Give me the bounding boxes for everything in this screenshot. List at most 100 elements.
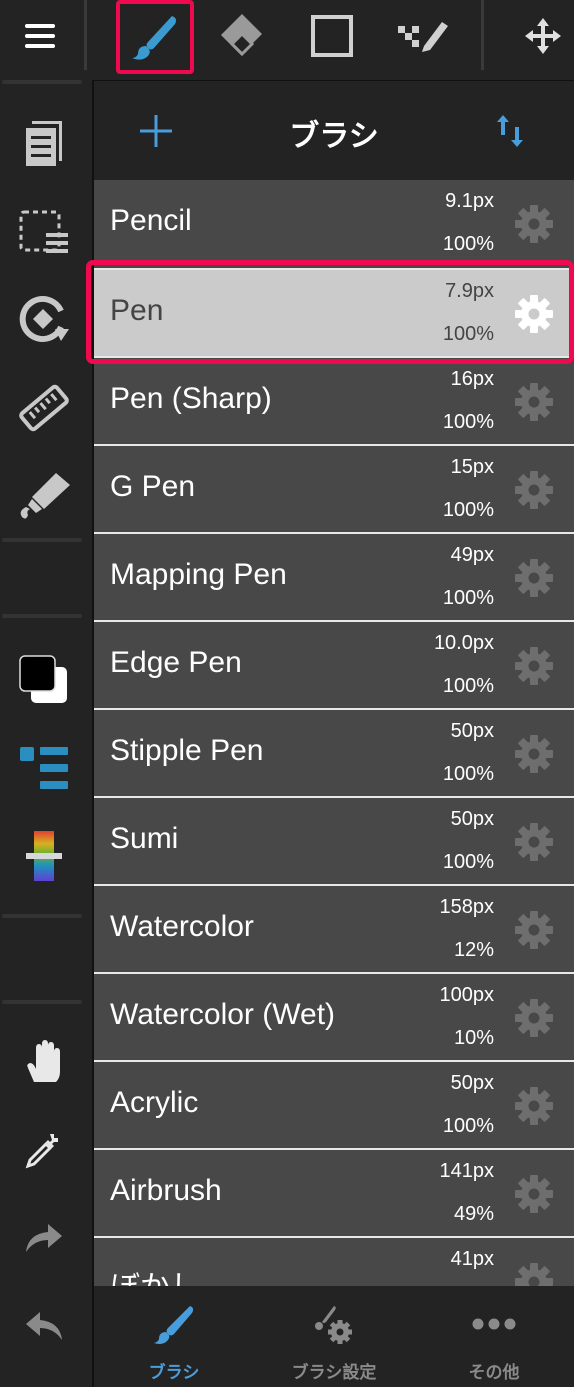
more-dots-icon <box>472 1318 516 1330</box>
gear-icon[interactable] <box>514 822 554 862</box>
brush-size: 158px <box>439 896 495 918</box>
gear-icon[interactable] <box>514 910 554 950</box>
layers-icon <box>26 121 62 166</box>
rainbow-slider-icon <box>26 831 62 881</box>
brush-row[interactable]: Edge Pen 10.0px 100% <box>94 620 574 708</box>
move-arrows-icon <box>525 18 561 54</box>
sidebar-item-undo[interactable] <box>8 1290 80 1362</box>
gear-icon[interactable] <box>514 998 554 1038</box>
sidebar-divider <box>2 80 82 84</box>
tool-eraser-button[interactable] <box>206 0 278 72</box>
sidebar-item-transform[interactable] <box>8 284 80 356</box>
toolbar-divider <box>84 0 87 70</box>
brush-size: 50px <box>450 720 494 742</box>
brush-opacity: 100% <box>442 233 494 255</box>
brush-name: Watercolor (Wet) <box>110 998 336 1031</box>
gear-icon[interactable] <box>514 646 554 686</box>
brush-icon <box>132 16 176 60</box>
hand-icon <box>27 1040 60 1082</box>
brush-size: 50px <box>450 1072 494 1094</box>
tab-other[interactable]: その他 <box>414 1286 574 1387</box>
brush-size: 49px <box>450 544 494 566</box>
brush-opacity: 12% <box>453 939 494 961</box>
brush-row[interactable]: Airbrush 141px 49% <box>94 1148 574 1236</box>
eyedropper-icon <box>25 1134 58 1169</box>
hamburger-menu-icon <box>25 24 55 48</box>
gear-icon[interactable] <box>514 470 554 510</box>
sidebar-item-redo[interactable] <box>8 1202 80 1274</box>
eraser-icon <box>220 14 262 57</box>
brush-row[interactable]: Watercolor (Wet) 100px 10% <box>94 972 574 1060</box>
brush-row[interactable]: G Pen 15px 100% <box>94 444 574 532</box>
sort-brushes-button[interactable] <box>488 109 532 153</box>
color-swatch-icon <box>19 655 67 703</box>
brush-row[interactable]: Stipple Pen 50px 100% <box>94 708 574 796</box>
brush-opacity: 100% <box>442 851 494 873</box>
brush-panel: ブラシ Pencil 9.1px 100% Pen 7.9px 100% Pen (Shar… <box>86 80 574 1387</box>
tab-label: ブラシ設定 <box>291 1363 377 1383</box>
brush-opacity: 49% <box>453 1203 494 1225</box>
sidebar-item-fill[interactable] <box>8 460 80 532</box>
sidebar-item-hand[interactable] <box>8 1026 80 1098</box>
undo-icon <box>26 1312 62 1340</box>
sidebar-item-color[interactable] <box>8 644 80 716</box>
tool-rectangle-button[interactable] <box>296 0 368 72</box>
brush-size: 10.0px <box>433 632 494 654</box>
brush-list[interactable]: Pencil 9.1px 100% Pen 7.9px 100% Pen (Sharp) 16… <box>94 180 574 1286</box>
move-button[interactable] <box>512 0 574 72</box>
brush-row[interactable]: Watercolor 158px 12% <box>94 884 574 972</box>
tool-stipple-button[interactable] <box>384 0 464 72</box>
brush-name: G Pen <box>110 470 196 503</box>
gear-icon[interactable] <box>514 382 554 422</box>
sidebar-divider <box>2 914 82 918</box>
brush-name: Pen (Sharp) <box>110 382 272 415</box>
brush-opacity: 10% <box>453 1027 494 1049</box>
menu-button[interactable] <box>8 0 72 72</box>
brush-row[interactable]: Sumi 50px 100% <box>94 796 574 884</box>
redo-icon <box>26 1224 62 1252</box>
sidebar-item-layers[interactable] <box>8 108 80 180</box>
gear-icon[interactable] <box>514 1262 554 1286</box>
tab-label: その他 <box>468 1363 520 1383</box>
gear-icon[interactable] <box>514 1174 554 1214</box>
left-sidebar <box>0 78 92 1387</box>
gear-icon[interactable] <box>514 558 554 598</box>
brush-name: Pencil <box>110 204 192 237</box>
brush-size: 15px <box>450 456 494 478</box>
tab-brush-settings[interactable]: ブラシ設定 <box>254 1286 414 1387</box>
gear-icon[interactable] <box>514 1086 554 1126</box>
square-icon <box>311 15 353 57</box>
brush-size: 41px <box>450 1248 494 1270</box>
stipple-pen-icon <box>398 22 448 52</box>
brush-size: 16px <box>450 368 494 390</box>
brush-row[interactable]: Mapping Pen 49px 100% <box>94 532 574 620</box>
brush-name: Mapping Pen <box>110 558 287 591</box>
gear-icon[interactable] <box>514 204 554 244</box>
sidebar-item-eyedropper[interactable] <box>8 1114 80 1186</box>
brush-row[interactable]: Acrylic 50px 100% <box>94 1060 574 1148</box>
sort-arrows-icon <box>497 115 523 147</box>
sidebar-divider <box>2 538 82 542</box>
sidebar-item-color-slider[interactable] <box>8 820 80 892</box>
palette-list-icon <box>20 747 68 789</box>
sidebar-item-selection[interactable] <box>8 196 80 268</box>
sidebar-item-palette[interactable] <box>8 732 80 804</box>
sidebar-divider <box>2 1000 82 1004</box>
brush-row[interactable]: ぼかし 41px <box>94 1236 574 1286</box>
brush-name: Acrylic <box>110 1086 199 1119</box>
brush-opacity: 100% <box>442 323 494 345</box>
gear-icon[interactable] <box>514 734 554 774</box>
sidebar-item-ruler[interactable] <box>8 372 80 444</box>
brush-size: 141px <box>439 1160 495 1182</box>
brush-row[interactable]: Pen (Sharp) 16px 100% <box>94 356 574 444</box>
toolbar-divider <box>481 0 484 70</box>
selection-menu-icon <box>19 210 68 253</box>
gear-icon[interactable] <box>514 294 554 334</box>
brush-row[interactable]: Pencil 9.1px 100% <box>94 180 574 268</box>
tab-brush[interactable]: ブラシ <box>94 1286 254 1387</box>
brush-name: ぼかし <box>110 1262 200 1286</box>
tool-brush-button[interactable] <box>116 0 194 74</box>
brush-row[interactable]: Pen 7.9px 100% <box>94 268 574 356</box>
brush-name: Sumi <box>110 822 179 855</box>
panel-header: ブラシ <box>94 80 574 180</box>
